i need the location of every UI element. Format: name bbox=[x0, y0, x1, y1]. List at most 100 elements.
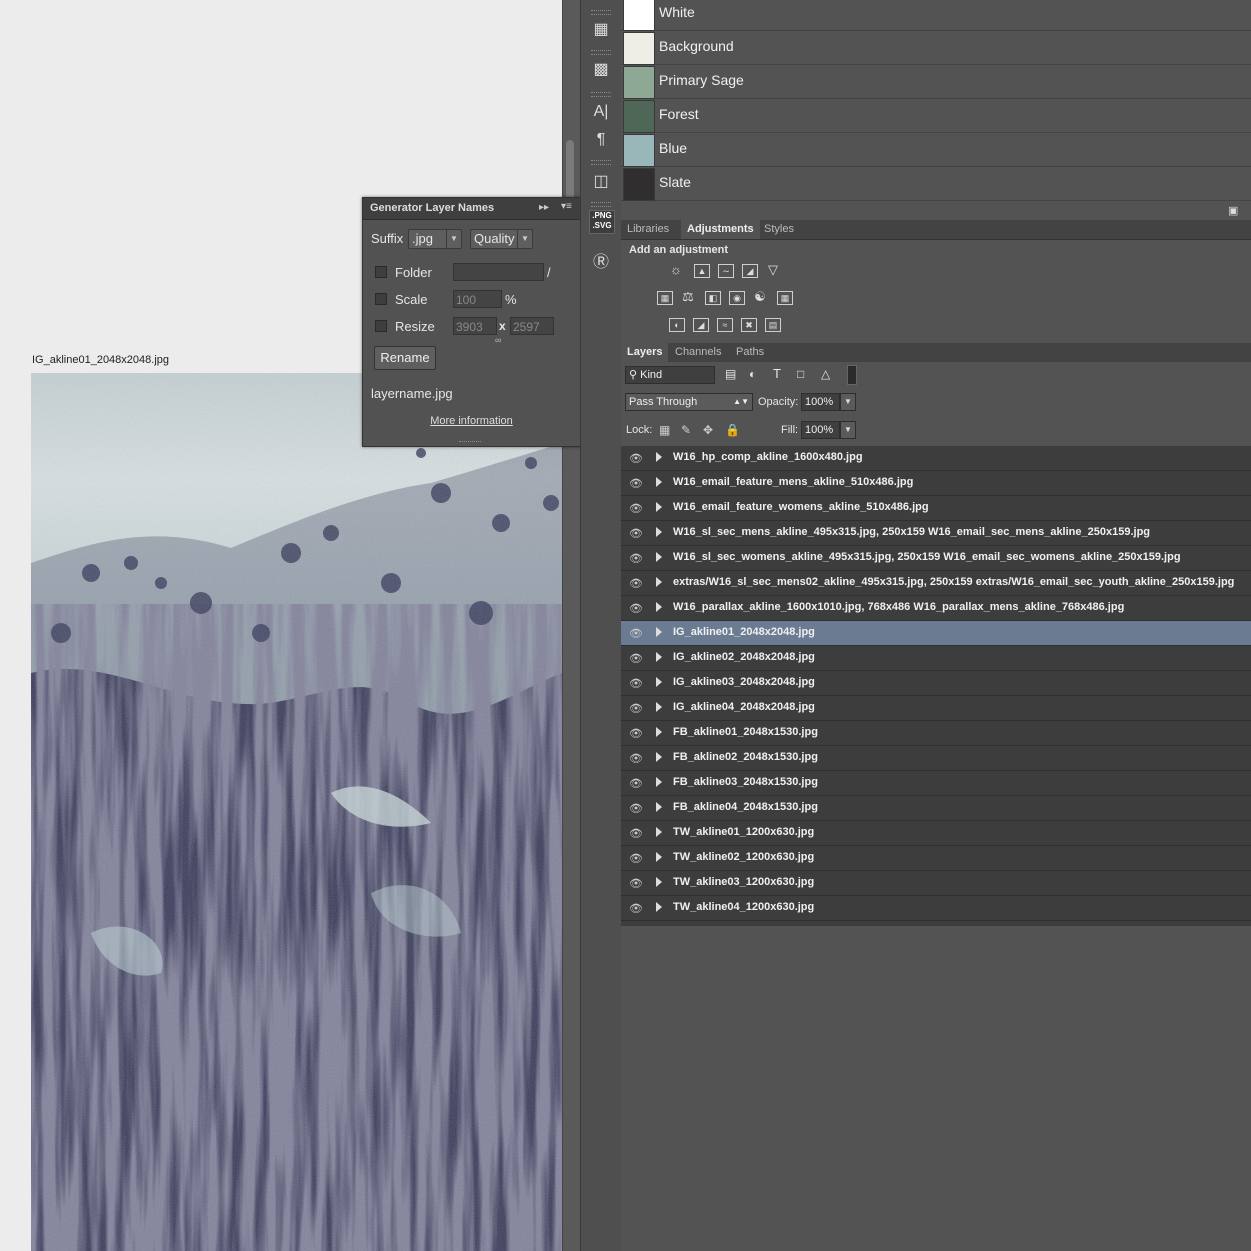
layer-row[interactable]: 👁 TW_akline04_1200x630.jpg bbox=[621, 896, 1251, 921]
resize-width-input[interactable]: 3903 bbox=[453, 317, 497, 335]
expand-triangle-icon[interactable] bbox=[656, 527, 662, 537]
eye-icon[interactable]: 👁 bbox=[629, 727, 643, 740]
swatch-row[interactable]: Forest bbox=[621, 99, 1251, 133]
expand-triangle-icon[interactable] bbox=[656, 802, 662, 812]
filter-toggle[interactable] bbox=[847, 365, 857, 385]
expand-triangle-icon[interactable] bbox=[656, 577, 662, 587]
eye-icon[interactable]: 👁 bbox=[629, 902, 643, 915]
layer-row[interactable]: 👁 FB_akline04_2048x1530.jpg bbox=[621, 796, 1251, 821]
resize-checkbox[interactable] bbox=[375, 320, 387, 332]
adjustment-filter-icon[interactable]: ◐ bbox=[749, 367, 756, 381]
brush-presets-icon[interactable]: ◫ bbox=[587, 170, 615, 194]
eye-icon[interactable]: 👁 bbox=[629, 452, 643, 465]
posterize-icon[interactable]: ◢ bbox=[693, 318, 709, 332]
eye-icon[interactable]: 👁 bbox=[629, 502, 643, 515]
eye-icon[interactable]: 👁 bbox=[629, 802, 643, 815]
character-icon[interactable]: A| bbox=[587, 100, 615, 124]
eye-icon[interactable]: 👁 bbox=[629, 827, 643, 840]
expand-triangle-icon[interactable] bbox=[656, 902, 662, 912]
color-balance-icon[interactable]: ⚖ bbox=[681, 290, 695, 303]
blend-mode-dropdown[interactable]: Pass Through ▲▼ bbox=[625, 393, 753, 411]
expand-triangle-icon[interactable] bbox=[656, 552, 662, 562]
layer-row-selected[interactable]: 👁 IG_akline01_2048x2048.jpg bbox=[621, 621, 1251, 646]
gradient-map-icon[interactable]: ▤ bbox=[765, 318, 781, 332]
selective-color-icon[interactable]: ✖ bbox=[741, 318, 757, 332]
expand-triangle-icon[interactable] bbox=[656, 777, 662, 787]
eye-icon[interactable]: 👁 bbox=[629, 852, 643, 865]
layer-row[interactable]: 👁 IG_akline03_2048x2048.jpg bbox=[621, 671, 1251, 696]
layer-row[interactable]: 👁 W16_email_feature_mens_akline_510x486.j… bbox=[621, 471, 1251, 496]
dock-grip[interactable] bbox=[591, 10, 611, 15]
tab-layers[interactable]: Layers bbox=[621, 343, 669, 362]
scale-input[interactable]: 100 bbox=[453, 290, 502, 308]
layer-filter-dropdown[interactable]: ⚲ Kind bbox=[625, 366, 715, 384]
layer-row[interactable]: 👁 FB_akline01_2048x1530.jpg bbox=[621, 721, 1251, 746]
tab-channels[interactable]: Channels bbox=[669, 343, 727, 362]
extension-icon[interactable]: Ⓡ bbox=[587, 251, 615, 275]
channel-mixer-icon[interactable]: ☯ bbox=[753, 290, 767, 303]
layer-row[interactable]: 👁 W16_sl_sec_womens_akline_495x315.jpg, 2… bbox=[621, 546, 1251, 571]
layer-row[interactable]: 👁 extras/W16_sl_sec_mens02_akline_495x315… bbox=[621, 571, 1251, 596]
layer-row[interactable]: 👁 IG_akline02_2048x2048.jpg bbox=[621, 646, 1251, 671]
scale-checkbox[interactable] bbox=[375, 293, 387, 305]
layer-row[interactable]: 👁 TW_akline02_1200x630.jpg bbox=[621, 846, 1251, 871]
layer-row[interactable]: 👁 TW_akline03_1200x630.jpg bbox=[621, 871, 1251, 896]
eye-icon[interactable]: 👁 bbox=[629, 477, 643, 490]
layer-row[interactable]: 👁 IG_akline04_2048x2048.jpg bbox=[621, 696, 1251, 721]
eye-icon[interactable]: 👁 bbox=[629, 777, 643, 790]
dock-grip[interactable] bbox=[591, 202, 611, 207]
black-white-icon[interactable]: ◧ bbox=[705, 291, 721, 305]
expand-triangle-icon[interactable] bbox=[656, 502, 662, 512]
curves-icon[interactable]: ∼ bbox=[718, 264, 734, 278]
color-lookup-icon[interactable]: ▦ bbox=[777, 291, 793, 305]
expand-triangle-icon[interactable] bbox=[656, 852, 662, 862]
rename-button[interactable]: Rename bbox=[374, 346, 436, 370]
eye-icon[interactable]: 👁 bbox=[629, 527, 643, 540]
expand-triangle-icon[interactable] bbox=[656, 627, 662, 637]
lock-brush-icon[interactable]: ✎ bbox=[681, 423, 691, 437]
tab-styles[interactable]: Styles bbox=[758, 220, 800, 239]
type-filter-icon[interactable]: T bbox=[773, 366, 781, 381]
layer-row[interactable]: 👁 W16_hp_comp_akline_1600x480.jpg bbox=[621, 446, 1251, 471]
exposure-icon[interactable]: ◢ bbox=[742, 264, 758, 278]
eye-icon[interactable]: 👁 bbox=[629, 602, 643, 615]
clone-source-icon[interactable]: ▩ bbox=[587, 58, 615, 82]
layer-row[interactable]: 👁 W16_parallax_akline_1600x1010.jpg, 768x… bbox=[621, 596, 1251, 621]
resize-grip[interactable] bbox=[459, 441, 481, 445]
panel-menu-icon[interactable]: ▾≡ bbox=[561, 201, 572, 212]
lock-all-icon[interactable]: 🔒 bbox=[725, 423, 740, 437]
folder-input[interactable] bbox=[453, 263, 544, 281]
photo-filter-icon[interactable]: ◉ bbox=[729, 291, 745, 305]
resize-height-input[interactable]: 2597 bbox=[510, 317, 554, 335]
swatch-row[interactable]: Primary Sage bbox=[621, 65, 1251, 99]
expand-triangle-icon[interactable] bbox=[656, 677, 662, 687]
eye-icon[interactable]: 👁 bbox=[629, 627, 643, 640]
collapse-icon[interactable]: ▸▸ bbox=[539, 202, 549, 213]
eye-icon[interactable]: 👁 bbox=[629, 752, 643, 765]
swatch-row[interactable]: White bbox=[621, 0, 1251, 31]
new-swatch-icon[interactable]: ▣ bbox=[1228, 204, 1238, 217]
expand-triangle-icon[interactable] bbox=[656, 477, 662, 487]
levels-icon[interactable]: ▲ bbox=[694, 264, 710, 278]
tab-adjustments[interactable]: Adjustments bbox=[681, 220, 760, 239]
dock-grip[interactable] bbox=[591, 92, 611, 97]
lock-transparent-icon[interactable]: ▦ bbox=[659, 423, 670, 437]
generator-icon[interactable]: .PNG .SVG bbox=[589, 210, 615, 234]
properties-icon[interactable]: ▦ bbox=[587, 18, 615, 42]
hue-saturation-icon[interactable]: ▦ bbox=[657, 291, 673, 305]
paragraph-icon[interactable]: ¶ bbox=[587, 128, 615, 152]
vibrance-icon[interactable]: ▽ bbox=[766, 263, 780, 276]
layer-row[interactable]: 👁 TW_akline01_1200x630.jpg bbox=[621, 821, 1251, 846]
expand-triangle-icon[interactable] bbox=[656, 602, 662, 612]
eye-icon[interactable]: 👁 bbox=[629, 877, 643, 890]
brightness-icon[interactable]: ☼ bbox=[669, 263, 683, 276]
dock-grip[interactable] bbox=[591, 160, 611, 165]
swatch-row[interactable]: Slate bbox=[621, 167, 1251, 201]
more-information-link[interactable]: More information bbox=[363, 415, 580, 427]
folder-checkbox[interactable] bbox=[375, 266, 387, 278]
invert-icon[interactable]: ◐ bbox=[669, 318, 685, 332]
panel-header[interactable]: Generator Layer Names ▸▸ ▾≡ bbox=[363, 198, 580, 220]
image-filter-icon[interactable]: ▤ bbox=[725, 367, 736, 381]
expand-triangle-icon[interactable] bbox=[656, 827, 662, 837]
swatch-row[interactable]: Background bbox=[621, 31, 1251, 65]
